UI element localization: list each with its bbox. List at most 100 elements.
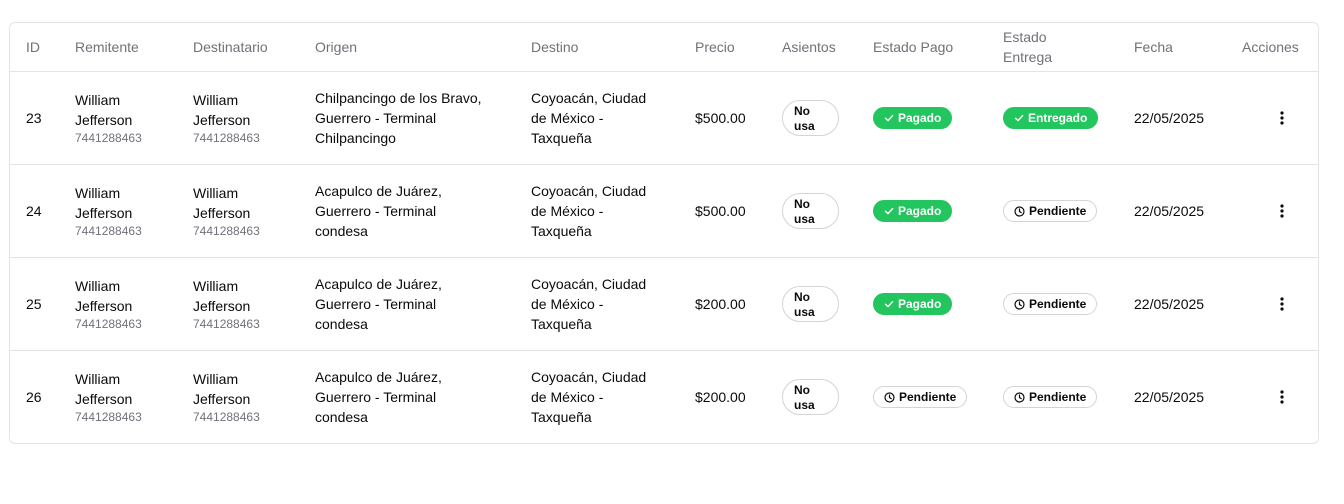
more-vertical-icon[interactable] — [1272, 199, 1292, 223]
price-cell: $500.00 — [695, 165, 746, 257]
column-header-sender: Remitente — [75, 23, 139, 71]
destination-line-3: Taxqueña — [531, 223, 592, 239]
seats-line-2: usa — [794, 398, 815, 412]
column-header-actions-label: Acciones — [1242, 39, 1299, 55]
destination-line-1: Coyoacán, Ciudad — [531, 183, 647, 199]
destination-line-3: Taxqueña — [531, 130, 592, 146]
price-cell: $200.00 — [695, 258, 746, 350]
sender-cell: William Jefferson 7441288463 — [75, 258, 142, 350]
id-cell: 23 — [26, 72, 42, 164]
seats-line-1: No — [794, 383, 810, 397]
recipient-cell: William Jefferson 7441288463 — [193, 72, 260, 164]
sender-phone: 7441288463 — [75, 317, 142, 331]
price-value: $500.00 — [695, 203, 746, 219]
delivery-status-label: Pendiente — [1029, 297, 1087, 311]
more-vertical-icon[interactable] — [1272, 106, 1292, 130]
actions-cell — [1272, 258, 1292, 350]
seats-badge: No usa — [782, 379, 839, 415]
sender-first-name: William — [75, 371, 121, 387]
more-vertical-icon[interactable] — [1272, 385, 1292, 409]
delivery-status-cell: Pendiente — [1003, 351, 1098, 443]
seats-cell: No usa — [782, 258, 839, 350]
table-header: ID Remitente Destinatario Origen Destino… — [10, 23, 1318, 72]
id-cell: 24 — [26, 165, 42, 257]
date-value: 22/05/2025 — [1134, 110, 1205, 126]
payment-status-badge: Pagado — [873, 293, 953, 315]
origin-line-2: Guerrero - Terminal — [315, 296, 437, 312]
shipment-id: 23 — [26, 110, 42, 126]
payment-status-badge: Pagado — [873, 107, 953, 129]
seats-badge: No usa — [782, 286, 839, 322]
sender-first-name: William — [75, 92, 121, 108]
origin-line-2: Guerrero - Terminal — [315, 110, 437, 126]
payment-status-cell: Pagado — [873, 165, 953, 257]
clock-icon — [884, 391, 895, 403]
column-header-delivery-status: Estado Entrega — [1003, 23, 1052, 71]
clock-icon — [1014, 298, 1025, 310]
price-value: $500.00 — [695, 110, 746, 126]
recipient-first-name: William — [193, 185, 239, 201]
date-cell: 22/05/2025 — [1134, 72, 1204, 164]
origin-line-1: Acapulco de Juárez, — [315, 369, 442, 385]
price-value: $200.00 — [695, 389, 746, 405]
column-header-destination: Destino — [531, 23, 578, 71]
destination-line-3: Taxqueña — [531, 409, 592, 425]
check-icon — [1014, 113, 1024, 123]
delivery-status-badge: Pendiente — [1003, 293, 1098, 315]
actions-cell — [1272, 165, 1292, 257]
sender-phone: 7441288463 — [75, 410, 142, 424]
destination-cell: Coyoacán, Ciudad de México - Taxqueña — [531, 351, 646, 443]
sender-cell: William Jefferson 7441288463 — [75, 351, 142, 443]
delivery-status-cell: Pendiente — [1003, 165, 1098, 257]
column-header-destination-label: Destino — [531, 39, 579, 55]
payment-status-label: Pagado — [898, 204, 942, 218]
shipment-id: 25 — [26, 296, 42, 312]
column-header-recipient-label: Destinatario — [193, 39, 268, 55]
seats-badge: No usa — [782, 100, 839, 136]
sender-last-name: Jefferson — [75, 112, 133, 128]
origin-line-1: Acapulco de Juárez, — [315, 276, 442, 292]
recipient-phone: 7441288463 — [193, 317, 260, 331]
payment-status-label: Pagado — [898, 297, 942, 311]
shipment-id: 24 — [26, 203, 42, 219]
sender-first-name: William — [75, 278, 121, 294]
seats-line-1: No — [794, 290, 810, 304]
column-header-origin-label: Origen — [315, 39, 358, 55]
seats-line-2: usa — [794, 119, 815, 133]
delivery-status-label: Entregado — [1028, 111, 1088, 125]
price-cell: $500.00 — [695, 72, 746, 164]
origin-cell: Acapulco de Juárez, Guerrero - Terminal … — [315, 258, 442, 350]
delivery-status-cell: Pendiente — [1003, 258, 1098, 350]
date-cell: 22/05/2025 — [1134, 258, 1204, 350]
more-vertical-icon[interactable] — [1272, 292, 1292, 316]
recipient-cell: William Jefferson 7441288463 — [193, 258, 260, 350]
destination-line-2: de México - — [531, 389, 604, 405]
actions-cell — [1272, 351, 1292, 443]
origin-line-3: condesa — [315, 223, 368, 239]
column-header-payment-status-label: Estado Pago — [873, 39, 954, 55]
recipient-last-name: Jefferson — [193, 112, 251, 128]
seats-cell: No usa — [782, 165, 839, 257]
recipient-first-name: William — [193, 371, 239, 387]
column-header-delivery-status-line1: Estado — [1003, 29, 1047, 45]
sender-cell: William Jefferson 7441288463 — [75, 165, 142, 257]
actions-cell — [1272, 72, 1292, 164]
destination-cell: Coyoacán, Ciudad de México - Taxqueña — [531, 72, 646, 164]
table-row: 26 William Jefferson 7441288463 William … — [10, 351, 1318, 443]
delivery-status-badge: Pendiente — [1003, 386, 1098, 408]
destination-cell: Coyoacán, Ciudad de México - Taxqueña — [531, 258, 646, 350]
delivery-status-badge: Pendiente — [1003, 200, 1098, 222]
sender-phone: 7441288463 — [75, 224, 142, 238]
recipient-last-name: Jefferson — [193, 298, 251, 314]
recipient-cell: William Jefferson 7441288463 — [193, 165, 260, 257]
destination-line-3: Taxqueña — [531, 316, 592, 332]
origin-cell: Chilpancingo de los Bravo, Guerrero - Te… — [315, 72, 482, 164]
recipient-phone: 7441288463 — [193, 410, 260, 424]
id-cell: 25 — [26, 258, 42, 350]
origin-line-2: Guerrero - Terminal — [315, 389, 437, 405]
shipment-id: 26 — [26, 389, 42, 405]
column-header-id: ID — [26, 23, 40, 71]
price-cell: $200.00 — [695, 351, 746, 443]
date-cell: 22/05/2025 — [1134, 351, 1204, 443]
origin-line-1: Acapulco de Juárez, — [315, 183, 442, 199]
